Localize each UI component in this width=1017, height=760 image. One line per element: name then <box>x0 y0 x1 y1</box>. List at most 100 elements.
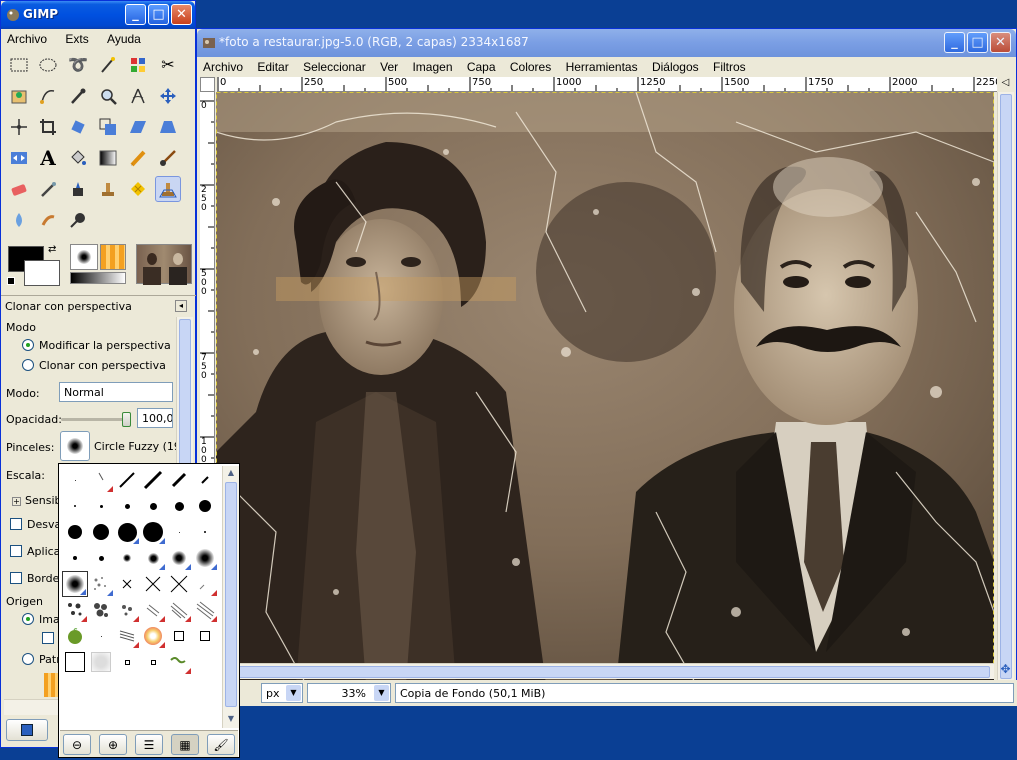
default-colors-icon[interactable] <box>7 277 15 285</box>
mode-radio-modify[interactable]: Modificar la perspectiva <box>22 339 171 352</box>
edit-brush-button[interactable]: 🖌 <box>207 734 235 755</box>
menu-seleccionar[interactable]: Seleccionar <box>297 57 371 74</box>
close-button[interactable]: ✕ <box>990 32 1011 53</box>
smudge-icon[interactable] <box>35 207 61 233</box>
shear-icon[interactable] <box>125 114 151 140</box>
unit-select[interactable]: px ▼ <box>261 683 303 703</box>
brush-item[interactable] <box>88 623 114 649</box>
image-window-titlebar[interactable]: *foto a restaurar.jpg-5.0 (RGB, 2 capas)… <box>197 29 1016 57</box>
brush-item[interactable] <box>166 597 192 623</box>
move-icon[interactable] <box>155 83 181 109</box>
foreground-select-icon[interactable] <box>6 83 32 109</box>
fuzzy-select-icon[interactable] <box>95 52 121 78</box>
brush-item[interactable] <box>192 571 218 597</box>
toolbox-titlebar[interactable]: GIMP _ □ ✕ <box>1 1 195 29</box>
source-pattern-radio[interactable]: Patr <box>22 653 61 666</box>
background-color[interactable] <box>24 260 60 286</box>
sample-merged-checkbox[interactable] <box>42 632 59 645</box>
brush-item[interactable] <box>114 597 140 623</box>
gradient-indicator[interactable] <box>70 272 126 284</box>
quick-mask-corner[interactable] <box>200 77 215 92</box>
brush-item[interactable] <box>62 467 88 493</box>
brush-item[interactable] <box>88 597 114 623</box>
dodge-burn-icon[interactable] <box>65 207 91 233</box>
scroll-down-icon[interactable]: ▼ <box>224 712 238 726</box>
opacity-slider[interactable] <box>61 412 131 427</box>
brush-item[interactable] <box>166 649 192 675</box>
scroll-up-icon[interactable]: ▲ <box>224 466 238 480</box>
brush-item[interactable] <box>62 597 88 623</box>
brushes-scrollbar[interactable]: ▲ ▼ <box>222 466 239 728</box>
opacity-input[interactable]: 100,0 <box>137 408 173 428</box>
align-icon[interactable] <box>6 114 32 140</box>
crop-icon[interactable] <box>35 114 61 140</box>
brush-item[interactable] <box>140 649 166 675</box>
canvas-vscrollbar[interactable] <box>997 92 1014 684</box>
brush-item[interactable] <box>140 467 166 493</box>
maximize-button[interactable]: □ <box>148 4 169 25</box>
menu-colores[interactable]: Colores <box>504 57 556 74</box>
brush-item[interactable] <box>192 467 218 493</box>
scrollbar-thumb[interactable] <box>1000 94 1012 679</box>
brush-item[interactable] <box>62 493 88 519</box>
rotate-icon[interactable] <box>65 114 91 140</box>
brush-item[interactable] <box>140 571 166 597</box>
opacity-slider-handle[interactable] <box>122 412 131 427</box>
ink-icon[interactable] <box>65 176 91 202</box>
brush-item[interactable] <box>88 519 114 545</box>
brush-item[interactable] <box>166 493 192 519</box>
brush-item[interactable] <box>192 519 218 545</box>
brush-item[interactable] <box>88 545 114 571</box>
measure-icon[interactable] <box>125 83 151 109</box>
flip-icon[interactable] <box>6 145 32 171</box>
select-by-color-icon[interactable] <box>125 52 151 78</box>
brush-item[interactable] <box>62 623 88 649</box>
menu-capa[interactable]: Capa <box>461 57 501 74</box>
pattern-preview[interactable] <box>44 673 58 697</box>
brush-item[interactable] <box>88 571 114 597</box>
brush-item[interactable] <box>192 597 218 623</box>
paths-icon[interactable] <box>35 83 61 109</box>
menu-ver[interactable]: Ver <box>374 57 403 74</box>
list-view-button[interactable]: ☰ <box>135 734 163 755</box>
image-thumbnail[interactable] <box>136 244 192 285</box>
brush-item[interactable] <box>192 493 218 519</box>
hard-edge-checkbox[interactable]: Bordes <box>10 572 65 585</box>
menu-editar[interactable]: Editar <box>251 57 293 74</box>
navigate-corner[interactable]: ◁ <box>997 77 1014 92</box>
brush-item[interactable] <box>192 623 218 649</box>
brush-item[interactable] <box>114 623 140 649</box>
menu-herramientas[interactable]: Herramientas <box>560 57 643 74</box>
airbrush-icon[interactable] <box>35 176 61 202</box>
brush-item[interactable] <box>114 571 140 597</box>
menu-dialogos[interactable]: Diálogos <box>646 57 704 74</box>
image-canvas[interactable] <box>216 92 994 684</box>
canvas-hscrollbar[interactable] <box>216 663 994 679</box>
brush-item[interactable] <box>62 545 88 571</box>
color-picker-icon[interactable] <box>65 83 91 109</box>
menu-imagen[interactable]: Imagen <box>406 57 457 74</box>
menu-filtros[interactable]: Filtros <box>707 57 751 74</box>
brush-item[interactable] <box>140 597 166 623</box>
brush-item[interactable] <box>62 519 88 545</box>
brush-item[interactable] <box>166 545 192 571</box>
brush-item[interactable] <box>192 545 218 571</box>
scissors-icon[interactable]: ✂ <box>155 52 181 78</box>
brush-item[interactable] <box>140 545 166 571</box>
brush-item[interactable] <box>166 571 192 597</box>
lasso-icon[interactable]: ➰ <box>65 52 91 78</box>
swap-colors-icon[interactable]: ⇄ <box>48 244 56 255</box>
close-button[interactable]: ✕ <box>171 4 192 25</box>
rect-select-icon[interactable] <box>6 52 32 78</box>
blend-icon[interactable] <box>95 145 121 171</box>
zoom-icon[interactable] <box>95 83 121 109</box>
perspective-icon[interactable] <box>155 114 181 140</box>
ellipse-select-icon[interactable] <box>35 52 61 78</box>
brush-item[interactable] <box>140 623 166 649</box>
brush-item[interactable] <box>166 467 192 493</box>
brush-preview-button[interactable] <box>60 431 90 461</box>
menu-ayuda[interactable]: Ayuda <box>101 29 146 46</box>
text-icon[interactable]: A <box>35 145 61 171</box>
horizontal-ruler[interactable]: 0 250 500 750 1000 1250 1500 1750 2000 2… <box>217 77 997 92</box>
bucket-fill-icon[interactable] <box>65 145 91 171</box>
